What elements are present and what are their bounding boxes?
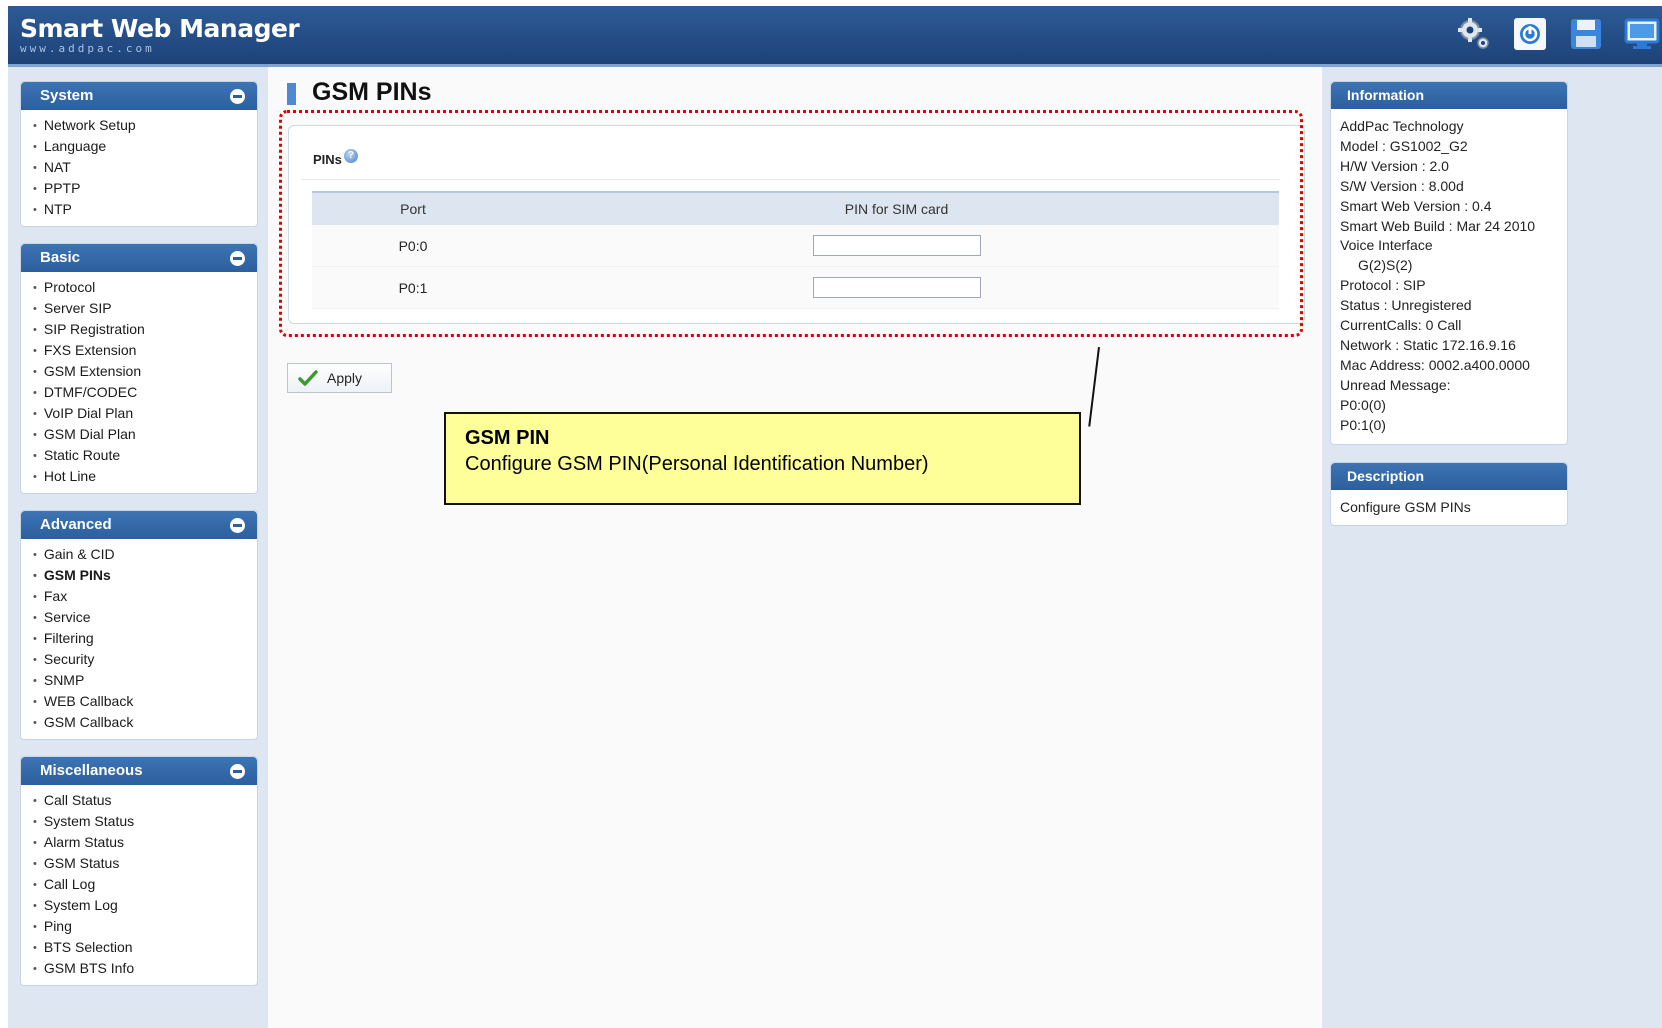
description-text: Configure GSM PINs: [1340, 498, 1471, 515]
info-line: Mac Address: 0002.a400.0000: [1340, 356, 1530, 373]
panel-title: Advanced: [40, 516, 112, 533]
menu-item[interactable]: Gain & CID: [21, 544, 257, 565]
menu-item[interactable]: Security: [21, 649, 257, 670]
basic-menu: Protocol Server SIP SIP Registration FXS…: [21, 272, 257, 493]
misc-menu: Call Status System Status Alarm Status G…: [21, 785, 257, 985]
info-line: S/W Version : 8.00d: [1340, 177, 1464, 194]
callout-title: GSM PIN: [465, 427, 550, 449]
right-sidebar: Information AddPac Technology Model : GS…: [1330, 81, 1568, 543]
annotation-callout: GSM PIN Configure GSM PIN(Personal Ident…: [444, 412, 1081, 505]
apply-button[interactable]: Apply: [287, 363, 392, 393]
info-line: Network : Static 172.16.9.16: [1340, 336, 1516, 353]
info-line: Protocol : SIP: [1340, 277, 1426, 294]
menu-item[interactable]: Static Route: [21, 445, 257, 466]
menu-item[interactable]: Alarm Status: [21, 832, 257, 853]
collapse-icon[interactable]: [230, 764, 245, 779]
highlight-box: [279, 110, 1303, 337]
main-frame: System Network Setup Language NAT PPTP N…: [8, 67, 1662, 1028]
basic-panel: Basic Protocol Server SIP SIP Registrati…: [20, 243, 258, 494]
collapse-icon[interactable]: [230, 89, 245, 104]
menu-item[interactable]: Hot Line: [21, 466, 257, 487]
menu-item[interactable]: Server SIP: [21, 298, 257, 319]
info-line: P0:1(0): [1340, 416, 1386, 433]
menu-item[interactable]: WEB Callback: [21, 691, 257, 712]
brand-url: www.addpac.com: [20, 42, 155, 55]
settings-icon[interactable]: [1456, 16, 1492, 52]
menu-item[interactable]: GSM Status: [21, 853, 257, 874]
info-line: CurrentCalls: 0 Call: [1340, 317, 1462, 334]
menu-item[interactable]: Protocol: [21, 277, 257, 298]
menu-item[interactable]: Ping: [21, 916, 257, 937]
menu-item[interactable]: SNMP: [21, 670, 257, 691]
information-panel: Information AddPac Technology Model : GS…: [1330, 81, 1568, 445]
callout-body: Configure GSM PIN(Personal Identificatio…: [465, 453, 929, 475]
menu-item[interactable]: System Status: [21, 811, 257, 832]
menu-item[interactable]: Filtering: [21, 628, 257, 649]
menu-item[interactable]: Call Status: [21, 790, 257, 811]
left-sidebar: System Network Setup Language NAT PPTP N…: [20, 81, 258, 1002]
info-line: Smart Web Build : Mar 24 2010: [1340, 217, 1536, 234]
page-title: GSM PINs: [312, 78, 432, 106]
panel-title: System: [40, 87, 94, 104]
save-icon[interactable]: [1568, 16, 1604, 52]
advanced-panel-header[interactable]: Advanced: [21, 511, 257, 539]
header-toolbar: [1456, 16, 1660, 52]
information-title: Information: [1331, 82, 1567, 109]
basic-panel-header[interactable]: Basic: [21, 244, 257, 272]
brand-title: Smart Web Manager: [20, 14, 300, 43]
checkmark-icon: [298, 370, 318, 386]
panel-title: Basic: [40, 249, 81, 266]
menu-item[interactable]: DTMF/CODEC: [21, 382, 257, 403]
top-header: Smart Web Manager www.addpac.com: [8, 6, 1662, 67]
menu-item[interactable]: Call Log: [21, 874, 257, 895]
system-panel-header[interactable]: System: [21, 82, 257, 110]
info-line: Smart Web Version : 0.4: [1340, 197, 1492, 214]
advanced-panel: Advanced Gain & CID GSM PINs Fax Service…: [20, 510, 258, 740]
misc-panel-header[interactable]: Miscellaneous: [21, 757, 257, 785]
menu-item[interactable]: Service: [21, 607, 257, 628]
system-menu: Network Setup Language NAT PPTP NTP: [21, 110, 257, 226]
menu-item[interactable]: System Log: [21, 895, 257, 916]
menu-item-active[interactable]: GSM PINs: [21, 565, 257, 586]
menu-item[interactable]: VoIP Dial Plan: [21, 403, 257, 424]
menu-item[interactable]: PPTP: [21, 178, 257, 199]
collapse-icon[interactable]: [230, 518, 245, 533]
collapse-icon[interactable]: [230, 251, 245, 266]
menu-item[interactable]: NAT: [21, 157, 257, 178]
power-icon[interactable]: [1512, 16, 1548, 52]
menu-item[interactable]: GSM Callback: [21, 712, 257, 733]
info-line: Model : GS1002_G2: [1340, 137, 1468, 154]
voice-interface-value: G(2)S(2): [1358, 257, 1413, 274]
menu-item[interactable]: BTS Selection: [21, 937, 257, 958]
description-panel: Description Configure GSM PINs: [1330, 461, 1568, 527]
title-accent: [287, 83, 296, 105]
info-line: Unread Message:: [1340, 376, 1451, 393]
menu-item[interactable]: FXS Extension: [21, 340, 257, 361]
callout-pointer: [1088, 347, 1100, 427]
advanced-menu: Gain & CID GSM PINs Fax Service Filterin…: [21, 539, 257, 739]
info-line: Status : Unregistered: [1340, 297, 1472, 314]
description-title: Description: [1331, 462, 1567, 490]
info-line: AddPac Technology: [1340, 118, 1464, 134]
info-line: P0:0(0): [1340, 396, 1386, 413]
menu-item[interactable]: Language: [21, 136, 257, 157]
misc-panel: Miscellaneous Call Status System Status …: [20, 756, 258, 986]
info-line: H/W Version : 2.0: [1340, 157, 1449, 174]
menu-item[interactable]: GSM BTS Info: [21, 958, 257, 979]
panel-title: Miscellaneous: [40, 762, 143, 779]
menu-item[interactable]: SIP Registration: [21, 319, 257, 340]
apply-label: Apply: [327, 370, 363, 386]
menu-item[interactable]: Network Setup: [21, 115, 257, 136]
menu-item[interactable]: GSM Extension: [21, 361, 257, 382]
menu-item[interactable]: NTP: [21, 199, 257, 220]
info-line: Voice Interface: [1340, 237, 1433, 254]
information-body: AddPac Technology Model : GS1002_G2 H/W …: [1331, 109, 1567, 444]
menu-item[interactable]: Fax: [21, 586, 257, 607]
menu-item[interactable]: GSM Dial Plan: [21, 424, 257, 445]
monitor-icon[interactable]: [1624, 16, 1660, 52]
content-area: GSM PINs PINs? Port PIN for SIM card P0:…: [268, 67, 1322, 1028]
system-panel: System Network Setup Language NAT PPTP N…: [20, 81, 258, 227]
